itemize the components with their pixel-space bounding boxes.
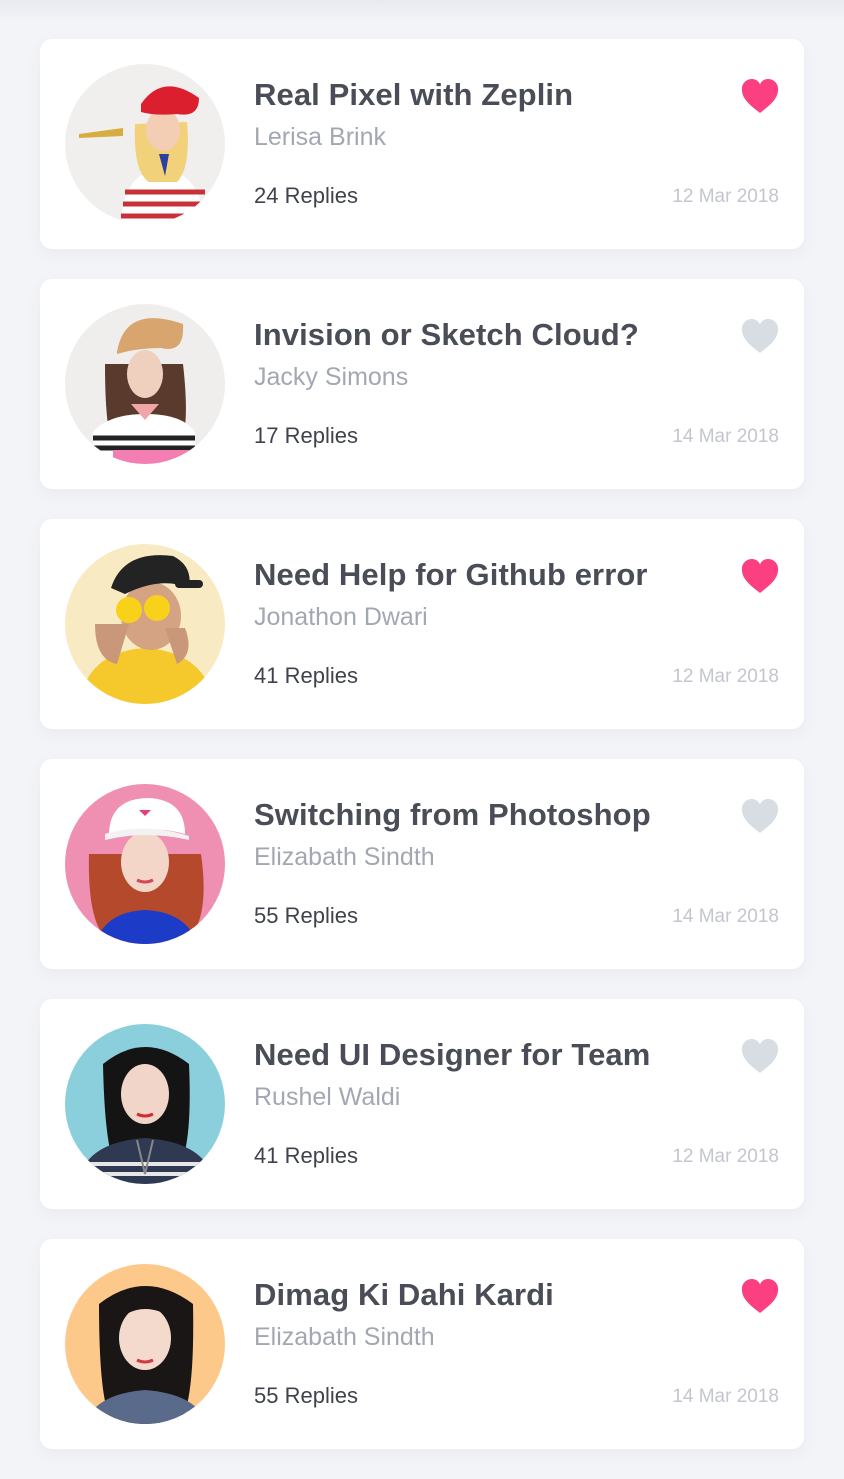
avatar-photo-icon xyxy=(65,304,225,464)
post-date: 12 Mar 2018 xyxy=(672,186,779,207)
author-avatar xyxy=(65,784,225,944)
author-avatar xyxy=(65,304,225,464)
reply-count: 17 Replies xyxy=(254,423,358,448)
discussion-card[interactable]: Real Pixel with Zeplin Lerisa Brink 24 R… xyxy=(40,39,804,249)
like-button[interactable] xyxy=(740,797,780,835)
discussion-card[interactable]: Dimag Ki Dahi Kardi Elizabath Sindth 55 … xyxy=(40,1239,804,1449)
post-title[interactable]: Need Help for Github error xyxy=(254,557,648,593)
post-date: 14 Mar 2018 xyxy=(672,426,779,447)
reply-count: 24 Replies xyxy=(254,183,358,208)
post-title[interactable]: Real Pixel with Zeplin xyxy=(254,77,573,113)
like-button[interactable] xyxy=(740,317,780,355)
discussion-card[interactable]: Switching from Photoshop Elizabath Sindt… xyxy=(40,759,804,969)
avatar-photo-icon xyxy=(65,1264,225,1424)
heart-icon xyxy=(741,1279,779,1313)
author-avatar xyxy=(65,544,225,704)
heart-icon xyxy=(741,1039,779,1073)
post-title[interactable]: Dimag Ki Dahi Kardi xyxy=(254,1277,554,1313)
discussion-card[interactable]: Invision or Sketch Cloud? Jacky Simons 1… xyxy=(40,279,804,489)
post-title[interactable]: Need UI Designer for Team xyxy=(254,1037,650,1073)
post-author[interactable]: Lerisa Brink xyxy=(254,123,386,152)
post-title[interactable]: Invision or Sketch Cloud? xyxy=(254,317,639,353)
author-avatar xyxy=(65,64,225,224)
post-author[interactable]: Elizabath Sindth xyxy=(254,843,435,872)
avatar-photo-icon xyxy=(65,64,225,224)
reply-count: 55 Replies xyxy=(254,1383,358,1408)
heart-icon xyxy=(741,319,779,353)
like-button[interactable] xyxy=(740,1277,780,1315)
top-shadow xyxy=(0,0,844,22)
post-author[interactable]: Jonathon Dwari xyxy=(254,603,428,632)
post-author[interactable]: Rushel Waldi xyxy=(254,1083,400,1112)
discussion-card[interactable]: Need Help for Github error Jonathon Dwar… xyxy=(40,519,804,729)
author-avatar xyxy=(65,1264,225,1424)
avatar-photo-icon xyxy=(65,544,225,704)
post-date: 12 Mar 2018 xyxy=(672,1146,779,1167)
heart-icon xyxy=(741,799,779,833)
avatar-photo-icon xyxy=(65,784,225,944)
post-title[interactable]: Switching from Photoshop xyxy=(254,797,651,833)
discussion-feed: Real Pixel with Zeplin Lerisa Brink 24 R… xyxy=(40,39,804,1479)
post-date: 14 Mar 2018 xyxy=(672,1386,779,1407)
reply-count: 41 Replies xyxy=(254,663,358,688)
avatar-photo-icon xyxy=(65,1024,225,1184)
like-button[interactable] xyxy=(740,77,780,115)
heart-icon xyxy=(741,79,779,113)
like-button[interactable] xyxy=(740,557,780,595)
post-author[interactable]: Jacky Simons xyxy=(254,363,408,392)
reply-count: 41 Replies xyxy=(254,1143,358,1168)
post-date: 12 Mar 2018 xyxy=(672,666,779,687)
reply-count: 55 Replies xyxy=(254,903,358,928)
author-avatar xyxy=(65,1024,225,1184)
like-button[interactable] xyxy=(740,1037,780,1075)
heart-icon xyxy=(741,559,779,593)
discussion-card[interactable]: Need UI Designer for Team Rushel Waldi 4… xyxy=(40,999,804,1209)
post-author[interactable]: Elizabath Sindth xyxy=(254,1323,435,1352)
post-date: 14 Mar 2018 xyxy=(672,906,779,927)
